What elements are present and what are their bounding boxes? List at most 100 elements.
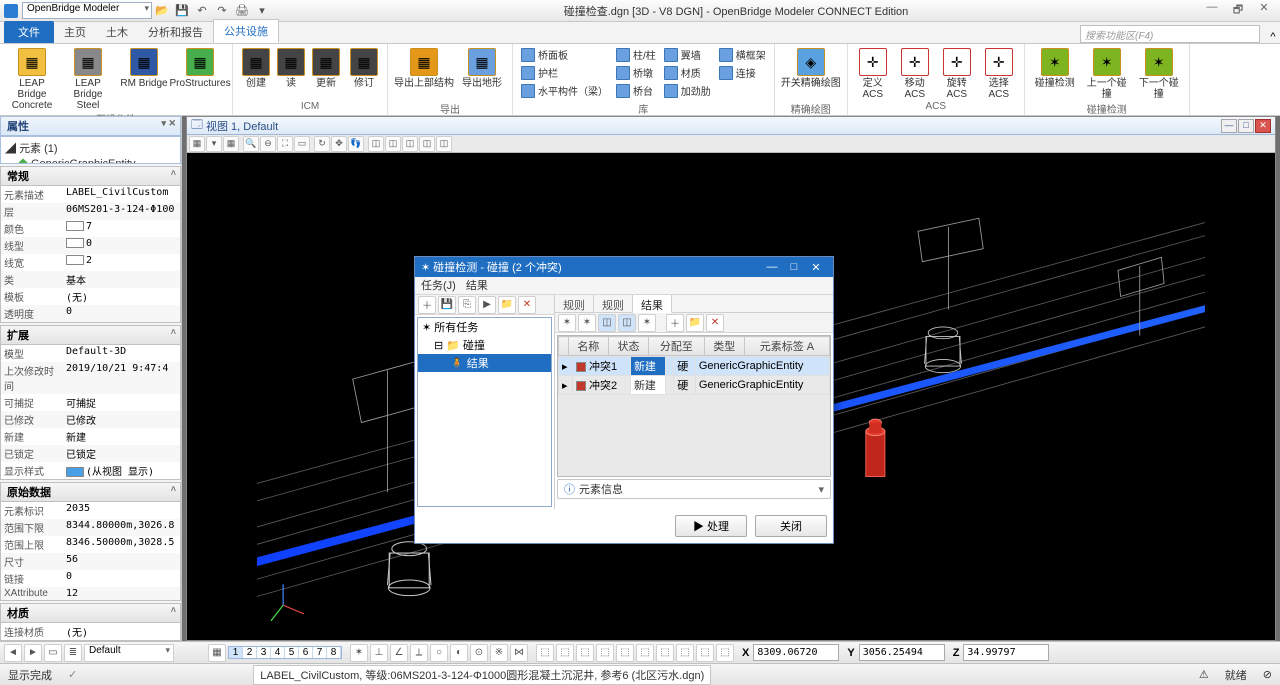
coord-x[interactable] — [753, 644, 839, 661]
iso-9[interactable]: ⬚ — [696, 644, 714, 662]
tree-root[interactable]: ◢ 元素 (1) — [5, 139, 176, 157]
qa-redo-icon[interactable]: ↷ — [214, 3, 230, 19]
tab-report[interactable]: 分析和报告 — [138, 21, 213, 43]
btn-export-super[interactable]: ▦导出上部结构 — [394, 46, 454, 89]
snap-4[interactable]: ⟂ — [410, 644, 428, 662]
job-tree[interactable]: ✶ 所有任务 ⊟ 📁 碰撞 🧍 结果 — [417, 317, 552, 507]
section-extend[interactable]: 扩展˄ — [0, 325, 181, 345]
snap-5[interactable]: ○ — [430, 644, 448, 662]
view-max[interactable]: □ — [1238, 119, 1254, 133]
rtab-results[interactable]: 结果 — [633, 295, 672, 313]
btn-lib-conn[interactable]: 连接 — [717, 64, 768, 81]
btn-export-terrain[interactable]: ▦导出地形 — [458, 46, 506, 89]
snap-6[interactable]: ◐ — [450, 644, 468, 662]
vtb-3[interactable]: ▦ — [223, 136, 239, 152]
workflow-dropdown[interactable]: OpenBridge Modeler — [22, 2, 152, 19]
rtbtn-2[interactable]: ✶ — [578, 314, 596, 332]
section-material[interactable]: 材质˄ — [0, 603, 181, 623]
vtb-rot[interactable]: ↻ — [314, 136, 330, 152]
iso-8[interactable]: ⬚ — [676, 644, 694, 662]
rtbtn-4[interactable]: ◫ — [618, 314, 636, 332]
status-lock-icon[interactable]: ⊘ — [1263, 668, 1272, 681]
menu-results[interactable]: 结果 — [466, 277, 488, 294]
result-row[interactable]: ▸ 冲突2新建硬GenericGraphicEntity — [559, 376, 830, 395]
btn-acs-move[interactable]: ✛移动 ACS — [896, 46, 934, 100]
ribbon-search[interactable]: 搜索功能区(F4) — [1080, 25, 1260, 43]
btn-rm-bridge[interactable]: ▦RM Bridge — [118, 46, 170, 89]
vtb-c[interactable]: ◫ — [402, 136, 418, 152]
view-numbers[interactable]: 12345678 — [228, 646, 342, 659]
btn-lib-abut2[interactable]: 桥台 — [614, 82, 658, 99]
rtbtn-7[interactable]: 📁 — [686, 314, 704, 332]
btn-lib-guard[interactable]: 护栏 — [519, 64, 610, 81]
btn-icm-revise[interactable]: ▦修订 — [347, 46, 381, 89]
btn-icm-create[interactable]: ▦创建 — [239, 46, 273, 89]
vtb-window[interactable]: ▭ — [294, 136, 310, 152]
btn-prostructures[interactable]: ▦ProStructures — [174, 46, 226, 89]
snap-2[interactable]: ⊥ — [370, 644, 388, 662]
element-info-bar[interactable]: ⓘ元素信息▾ — [557, 479, 831, 499]
window-close[interactable]: ✕ — [1252, 1, 1276, 20]
qa-save-icon[interactable]: 💾 — [174, 3, 190, 19]
tbtn-new[interactable]: ＋ — [418, 296, 436, 314]
section-raw[interactable]: 原始数据˄ — [0, 482, 181, 502]
qa-more-icon[interactable]: ▾ — [254, 3, 270, 19]
rtbtn-3[interactable]: ◫ — [598, 314, 616, 332]
vtb-b[interactable]: ◫ — [385, 136, 401, 152]
btn-lib-material[interactable]: 材质 — [662, 64, 713, 81]
dialog-min[interactable]: — — [761, 261, 783, 273]
tab-file[interactable]: 文件 — [4, 21, 54, 43]
btn-acs-define[interactable]: ✛定义 ACS — [854, 46, 892, 100]
vtb-a[interactable]: ◫ — [368, 136, 384, 152]
window-minimize[interactable]: — — [1200, 1, 1224, 20]
iso-4[interactable]: ⬚ — [596, 644, 614, 662]
btn-leap-concrete[interactable]: ▦LEAP Bridge Concrete — [6, 46, 58, 111]
iso-2[interactable]: ⬚ — [556, 644, 574, 662]
iso-7[interactable]: ⬚ — [656, 644, 674, 662]
coord-z[interactable] — [963, 644, 1049, 661]
nav-layer-icon[interactable]: ≣ — [64, 644, 82, 662]
result-row[interactable]: ▸ 冲突1新建硬GenericGraphicEntity — [559, 357, 830, 376]
snap-8[interactable]: ※ — [490, 644, 508, 662]
window-restore[interactable]: 🗗 — [1226, 1, 1250, 20]
snap-7[interactable]: ⊙ — [470, 644, 488, 662]
snap-1[interactable]: ✶ — [350, 644, 368, 662]
btn-leap-steel[interactable]: ▦LEAP Bridge Steel — [62, 46, 114, 111]
iso-6[interactable]: ⬚ — [636, 644, 654, 662]
section-general[interactable]: 常规˄ — [0, 166, 181, 186]
snap-3[interactable]: ∠ — [390, 644, 408, 662]
tbtn-save[interactable]: 💾 — [438, 296, 456, 314]
vtb-2[interactable]: ▾ — [206, 136, 222, 152]
btn-acs-rotate[interactable]: ✛旋转 ACS — [938, 46, 976, 100]
node-job[interactable]: ⊟ 📁 碰撞 — [418, 336, 551, 354]
btn-acs-select[interactable]: ✛选择 ACS — [980, 46, 1018, 100]
iso-3[interactable]: ⬚ — [576, 644, 594, 662]
rtbtn-6[interactable]: ＋ — [666, 314, 684, 332]
view-titlebar[interactable]: 🗔 视图 1, Default — □ ✕ — [187, 117, 1275, 135]
btn-grid[interactable]: ▦ — [208, 644, 226, 662]
iso-10[interactable]: ⬚ — [716, 644, 734, 662]
btn-clash-prev[interactable]: ✶上一个碰撞 — [1083, 46, 1131, 100]
tbtn-delete[interactable]: ✕ — [518, 296, 536, 314]
view-close[interactable]: ✕ — [1255, 119, 1271, 133]
vtb-zoom-in[interactable]: 🔍 — [243, 136, 259, 152]
rtab-rules1[interactable]: 规则 — [555, 295, 594, 312]
vtb-walk[interactable]: 👣 — [348, 136, 364, 152]
nav-back[interactable]: ◄ — [4, 644, 22, 662]
qa-open-icon[interactable]: 📂 — [154, 3, 170, 19]
menu-tasks[interactable]: 任务(J) — [421, 277, 456, 294]
tbtn-run[interactable]: ▶ — [478, 296, 496, 314]
results-grid[interactable]: 名称状态分配至类型元素标签 A ▸ 冲突1新建硬GenericGraphicEn… — [557, 335, 831, 477]
rtbtn-5[interactable]: ✶ — [638, 314, 656, 332]
close-button[interactable]: 关闭 — [755, 515, 827, 537]
dialog-close[interactable]: ✕ — [805, 261, 827, 274]
tab-home[interactable]: 主页 — [54, 21, 96, 43]
btn-lib-horiz[interactable]: 水平构件（梁） — [519, 82, 610, 99]
btn-clash-detect[interactable]: ✶碰撞检测 — [1031, 46, 1079, 89]
btn-lib-panel[interactable]: 桥面板 — [519, 46, 610, 63]
qa-print-icon[interactable]: 🖨 — [234, 3, 250, 19]
chevron-down-icon[interactable]: ▾ — [818, 483, 824, 496]
properties-tree[interactable]: ◢ 元素 (1) GenericGraphicEntity — [0, 136, 181, 164]
tab-utilities[interactable]: 公共设施 — [213, 19, 279, 43]
panel-pin-icon[interactable]: ▾ ✕ — [161, 118, 176, 129]
